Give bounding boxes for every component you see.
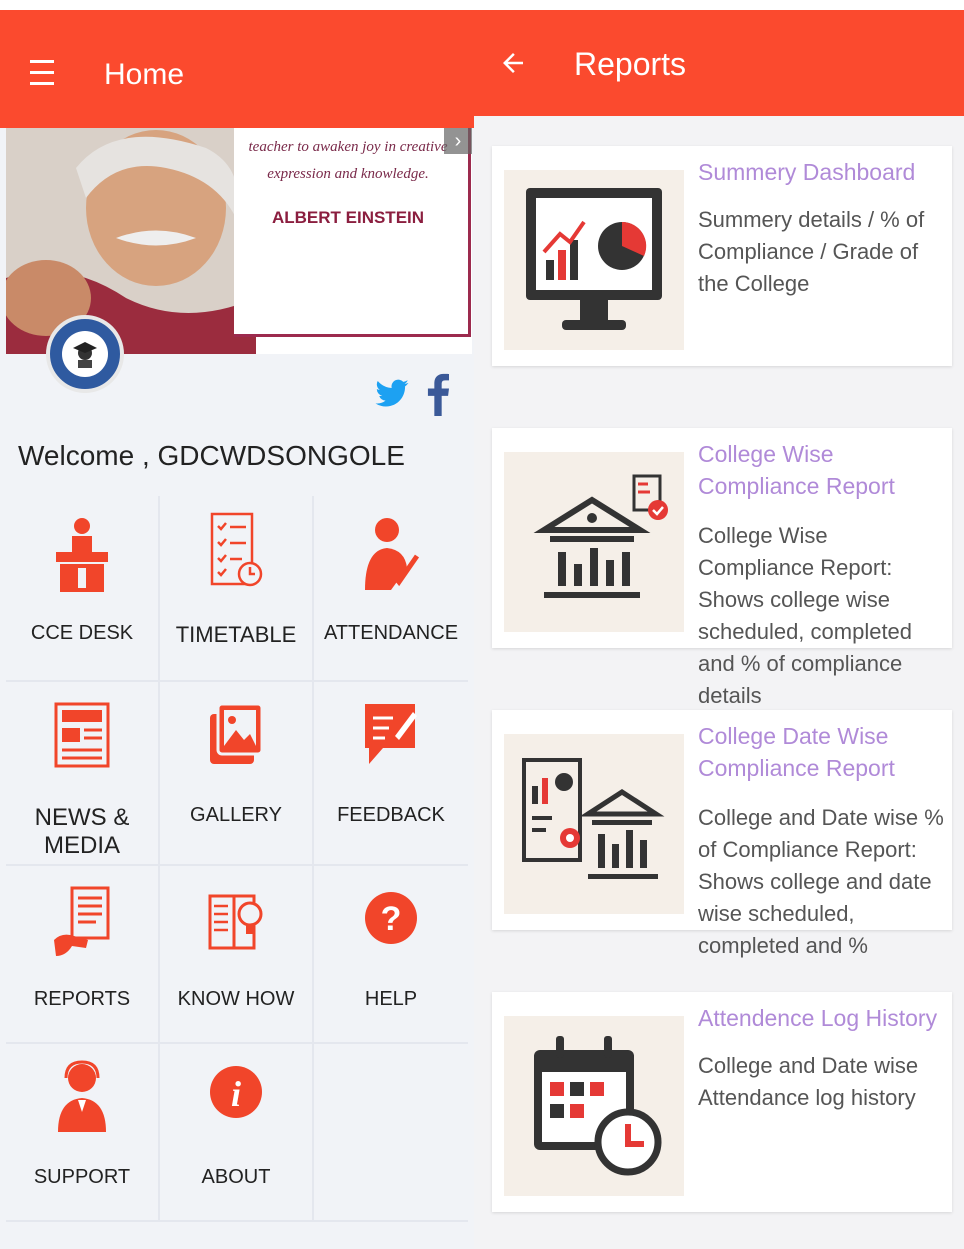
news-icon (54, 702, 110, 768)
reports-screen: Reports Summery Dashboard Summery detail… (474, 0, 964, 1249)
report-card-college-wise[interactable]: College Wise Compliance Report College W… (492, 428, 952, 708)
tile-label: SUPPORT (33, 1166, 131, 1188)
tile-label: REPORTS (33, 988, 131, 1010)
report-description: Summery details / % of Compliance / Grad… (698, 207, 925, 296)
twitter-icon[interactable] (374, 376, 410, 412)
report-card-summary[interactable]: Summery Dashboard Summery details / % of… (492, 146, 952, 366)
tile-support[interactable]: SUPPORT (6, 1044, 160, 1222)
tile-label: TIMETABLE (175, 622, 297, 647)
home-screen: Home teacher to awaken joy in creative e… (0, 0, 474, 1249)
report-thumbnail (504, 452, 684, 632)
tile-feedback[interactable]: FEEDBACK (314, 682, 468, 866)
college-building-icon (533, 474, 668, 598)
tile-about[interactable]: i ABOUT (160, 1044, 314, 1222)
report-thumbnail (504, 734, 684, 914)
quote-bubble: teacher to awaken joy in creative expres… (234, 128, 471, 337)
report-thumbnail (504, 1016, 684, 1196)
desk-icon (56, 518, 108, 592)
tile-news-media[interactable]: NEWS & MEDIA (6, 682, 160, 866)
college-logo (46, 315, 124, 393)
tile-label: KNOW HOW (177, 988, 295, 1010)
support-icon (58, 1060, 106, 1132)
svg-text:?: ? (381, 900, 402, 938)
tile-label: HELP (364, 988, 418, 1010)
tile-label: NEWS & MEDIA (34, 804, 130, 859)
date-wise-report-icon (522, 758, 665, 879)
feedback-icon (365, 704, 417, 764)
report-title: Attendence Log History (698, 1005, 938, 1031)
svg-text:i: i (231, 1074, 241, 1114)
report-card-date-wise[interactable]: College Date Wise Compliance Report Coll… (492, 710, 952, 958)
report-description: College Wise Compliance Report: Shows co… (698, 523, 913, 708)
tile-reports[interactable]: REPORTS (6, 866, 160, 1044)
tile-help[interactable]: ? HELP (314, 866, 468, 1044)
tile-label: CCE DESK (30, 622, 134, 644)
menu-icon[interactable] (30, 60, 54, 86)
quote-author: ALBERT EINSTEIN (271, 208, 425, 227)
report-description: College and Date wise % of Compliance Re… (698, 805, 944, 958)
report-description: College and Date wise Attendance log his… (698, 1053, 919, 1110)
calendar-clock-icon (534, 1036, 662, 1176)
graduate-icon (73, 342, 97, 368)
tile-timetable[interactable]: TIMETABLE (160, 496, 314, 682)
tile-know-how[interactable]: KNOW HOW (160, 866, 314, 1044)
tile-empty (314, 1044, 468, 1222)
report-title: College Date Wise Compliance Report (698, 723, 895, 781)
about-icon: i (210, 1066, 262, 1118)
page-title: Home (104, 58, 185, 91)
home-app-bar: Home (0, 10, 474, 128)
report-thumbnail (504, 170, 684, 350)
tile-cce-desk[interactable]: CCE DESK (6, 496, 160, 682)
report-title: Summery Dashboard (698, 159, 916, 185)
page-title: Reports (574, 46, 687, 82)
help-icon: ? (365, 892, 417, 944)
tile-attendance[interactable]: ATTENDANCE (314, 496, 468, 682)
tile-label: FEEDBACK (337, 804, 445, 826)
report-card-attendance-log[interactable]: Attendence Log History College and Date … (492, 992, 952, 1212)
attendance-icon (365, 518, 420, 590)
banner-next-arrow[interactable]: › (444, 128, 472, 154)
timetable-icon (210, 512, 263, 587)
status-strip (0, 0, 474, 10)
tile-label: GALLERY (190, 804, 282, 826)
know-how-icon (208, 894, 263, 950)
tile-label: ATTENDANCE (323, 622, 459, 644)
portrait-image (6, 128, 256, 354)
welcome-text: Welcome , GDCWDSONGOLE (18, 440, 405, 471)
quote-text: teacher to awaken joy in creative expres… (248, 139, 448, 182)
facebook-icon[interactable] (426, 372, 450, 416)
reports-icon (54, 886, 110, 956)
tile-label: ABOUT (201, 1166, 271, 1188)
back-arrow-icon[interactable] (498, 48, 528, 78)
status-strip (474, 0, 964, 10)
dashboard-monitor-icon (526, 188, 662, 330)
report-title: College Wise Compliance Report (698, 441, 895, 499)
reports-app-bar: Reports (474, 10, 964, 116)
gallery-icon (210, 702, 264, 764)
tile-gallery[interactable]: GALLERY (160, 682, 314, 866)
